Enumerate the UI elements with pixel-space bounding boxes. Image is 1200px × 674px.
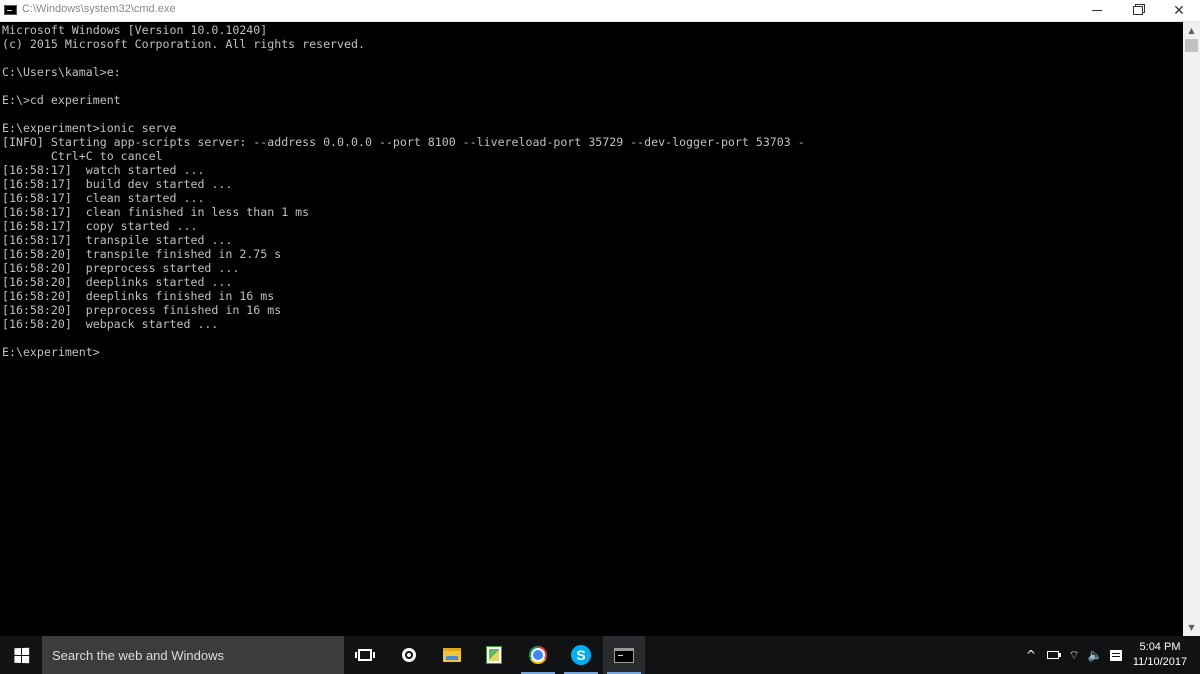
console-line: [16:58:20] deeplinks finished in 16 ms (2, 289, 275, 303)
file-explorer-button[interactable] (431, 636, 473, 674)
chrome-icon (529, 646, 547, 664)
vertical-scrollbar[interactable]: ▲ ▼ (1183, 22, 1200, 636)
console-line: [16:58:17] clean started ... (2, 191, 205, 205)
title-bar[interactable]: C:\Windows\system32\cmd.exe ✕ (0, 0, 1200, 22)
console-line: [16:58:17] build dev started ... (2, 177, 233, 191)
task-view-icon (355, 649, 375, 661)
minimize-button[interactable] (1076, 0, 1118, 21)
action-center-button[interactable] (1105, 636, 1127, 674)
search-placeholder: Search the web and Windows (52, 647, 224, 663)
paint-icon (486, 646, 502, 664)
console-line: [16:58:20] webpack started ... (2, 317, 219, 331)
scroll-thumb[interactable] (1185, 39, 1198, 52)
clock-time: 5:04 PM (1139, 641, 1181, 653)
console-line: E:\>cd experiment (2, 93, 121, 107)
console-line: Microsoft Windows [Version 10.0.10240] (2, 23, 268, 37)
console-line: [16:58:17] copy started ... (2, 219, 198, 233)
cmd-icon (614, 647, 634, 663)
paint-button[interactable] (473, 636, 515, 674)
console-line: C:\Users\kamal>e: (2, 65, 121, 79)
scroll-down-button[interactable]: ▼ (1183, 619, 1200, 636)
console-output[interactable]: Microsoft Windows [Version 10.0.10240] (c… (0, 22, 1183, 636)
console-line: [16:58:17] clean finished in less than 1… (2, 205, 310, 219)
console-line: [16:58:20] preprocess finished in 16 ms (2, 303, 282, 317)
volume-button[interactable]: 🔈 (1085, 636, 1105, 674)
scroll-up-button[interactable]: ▲ (1183, 22, 1200, 39)
wifi-icon: ⌔ (1068, 647, 1080, 662)
cortana-icon (402, 648, 416, 662)
console-line: [INFO] Starting app-scripts server: --ad… (2, 135, 805, 149)
close-button[interactable]: ✕ (1158, 0, 1200, 21)
cmd-taskbar-button[interactable] (603, 636, 645, 674)
notification-icon (1110, 649, 1122, 661)
skype-icon: S (571, 645, 591, 665)
clock[interactable]: 5:04 PM 11/10/2017 (1128, 640, 1192, 670)
volume-icon: 🔈 (1087, 648, 1103, 662)
clock-date: 11/10/2017 (1132, 656, 1188, 668)
window-title: C:\Windows\system32\cmd.exe (22, 3, 176, 15)
show-hidden-icons-button[interactable]: ^ (1020, 636, 1042, 674)
console-line: [16:58:20] transpile finished in 2.75 s (2, 247, 282, 261)
restore-button[interactable] (1117, 0, 1159, 21)
console-line: [16:58:17] watch started ... (2, 163, 205, 177)
task-view-button[interactable] (344, 636, 386, 674)
taskbar: Search the web and Windows S ^ ⌔ 🔈 5:04 … (0, 636, 1200, 674)
console-line: Ctrl+C to cancel (2, 149, 163, 163)
file-explorer-icon (443, 648, 461, 662)
skype-button[interactable]: S (560, 636, 602, 674)
console-lines: Microsoft Windows [Version 10.0.10240] (c… (0, 22, 1183, 359)
console-line: [16:58:17] transpile started ... (2, 233, 233, 247)
console-line: E:\experiment>ionic serve (2, 121, 177, 135)
console-line: [16:58:20] preprocess started ... (2, 261, 240, 275)
wifi-button[interactable]: ⌔ (1064, 636, 1084, 674)
console-line: (c) 2015 Microsoft Corporation. All righ… (2, 37, 365, 51)
cortana-button[interactable] (388, 636, 430, 674)
battery-button[interactable] (1044, 636, 1062, 674)
console-line: E:\experiment> (2, 345, 100, 359)
console-line: [16:58:20] deeplinks started ... (2, 275, 233, 289)
cmd-icon (4, 5, 17, 15)
start-button[interactable] (0, 636, 42, 674)
battery-icon (1047, 651, 1061, 659)
windows-logo-icon (13, 647, 29, 663)
search-box[interactable]: Search the web and Windows (42, 636, 344, 674)
chrome-button[interactable] (517, 636, 559, 674)
